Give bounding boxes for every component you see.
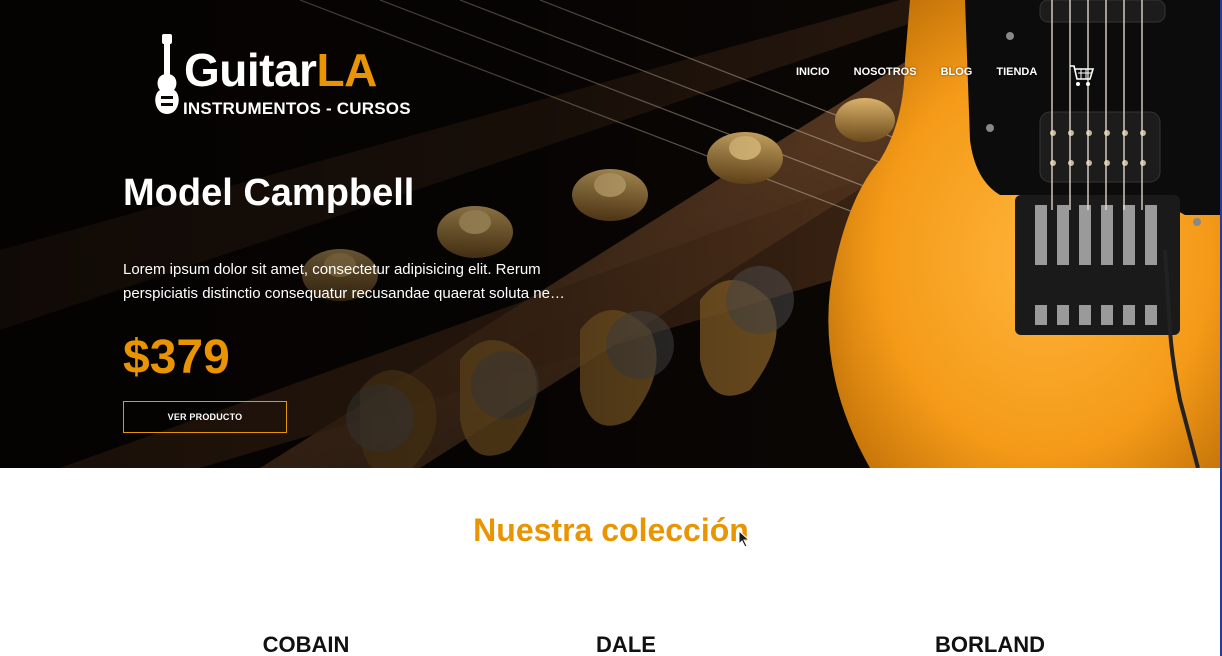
nav-item-inicio[interactable]: INICIO xyxy=(796,66,830,78)
nav-item-nosotros[interactable]: NOSOTROS xyxy=(854,66,917,78)
mouse-cursor-icon xyxy=(738,530,751,548)
main-nav: INICIO NOSOTROS BLOG TIENDA xyxy=(796,66,1061,78)
hero-title: Model Campbell xyxy=(123,172,415,214)
logo-wordmark: GuitarLA xyxy=(184,44,377,96)
logo-tagline: INSTRUMENTOS - CURSOS xyxy=(183,99,411,118)
hero-description: Lorem ipsum dolor sit amet, consectetur … xyxy=(123,261,565,302)
guitar-logo-icon xyxy=(155,34,179,114)
page: GuitarLA INSTRUMENTOS - CURSOS INICIO NO… xyxy=(0,0,1222,656)
product-name-cobain: COBAIN xyxy=(262,632,350,656)
product-name-borland: BORLAND xyxy=(935,632,1045,656)
view-product-button[interactable]: VER PRODUCTO xyxy=(123,401,287,433)
collection-title: Nuestra colección xyxy=(473,512,749,548)
nav-item-tienda[interactable]: TIENDA xyxy=(996,66,1037,78)
product-name-dale: DALE xyxy=(596,632,656,656)
shopping-cart-icon[interactable] xyxy=(1069,64,1095,88)
site-logo[interactable]: GuitarLA INSTRUMENTOS - CURSOS xyxy=(150,34,430,124)
hero-header: GuitarLA INSTRUMENTOS - CURSOS INICIO NO… xyxy=(0,0,1222,468)
logo-name-accent: LA xyxy=(316,44,377,96)
hero-price: $379 xyxy=(123,331,230,384)
logo-name-main: Guitar xyxy=(184,44,317,96)
nav-item-blog[interactable]: BLOG xyxy=(941,66,973,78)
